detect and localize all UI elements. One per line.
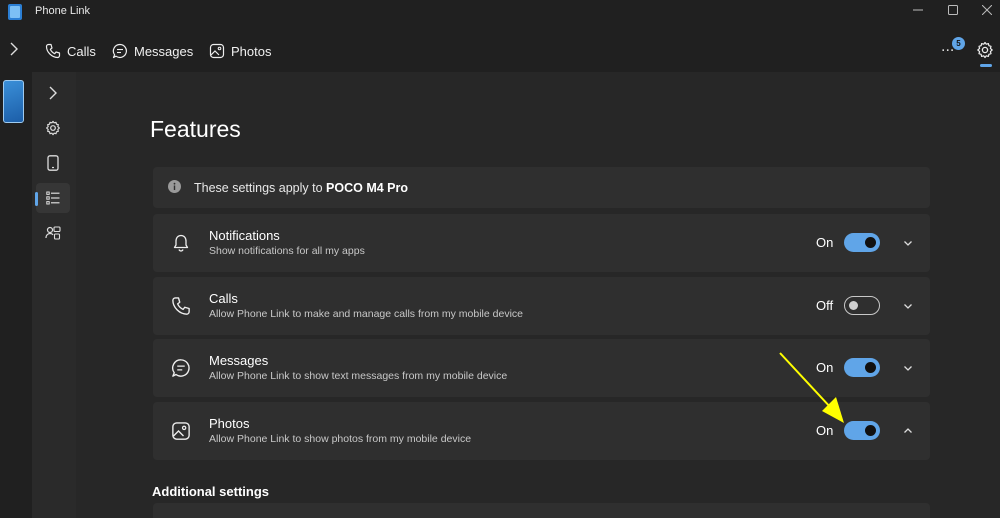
- device-thumbnail[interactable]: [3, 80, 24, 123]
- expand-devices-button[interactable]: [6, 40, 22, 58]
- device-info-banner: These settings apply to POCO M4 Pro: [153, 167, 930, 208]
- feature-card-messages[interactable]: Messages Allow Phone Link to show text m…: [153, 339, 930, 397]
- bell-icon: [171, 233, 191, 253]
- tab-photos[interactable]: Photos: [209, 40, 271, 62]
- minimize-icon[interactable]: [908, 2, 928, 18]
- settings-icon: [45, 120, 61, 136]
- photo-icon: [171, 421, 191, 441]
- personalization-icon: [45, 225, 61, 241]
- sidebar-collapse-button[interactable]: [36, 78, 70, 108]
- sidebar-item-my-devices[interactable]: [36, 148, 70, 178]
- device-info-prefix: These settings apply to: [194, 181, 327, 195]
- feature-state-label: Off: [816, 298, 834, 313]
- feature-card-notifications[interactable]: Notifications Show notifications for all…: [153, 214, 930, 272]
- tab-messages-label: Messages: [134, 43, 194, 59]
- feature-description: Allow Phone Link to show text messages f…: [209, 370, 508, 382]
- chevron-right-icon: [49, 86, 57, 100]
- photo-icon: [209, 43, 225, 59]
- feature-title: Calls: [209, 291, 238, 306]
- chevron-up-icon[interactable]: [902, 425, 914, 437]
- feature-state-label: On: [816, 235, 834, 250]
- messages-toggle[interactable]: [844, 358, 880, 377]
- tab-messages[interactable]: Messages: [112, 40, 193, 62]
- toggle-knob: [865, 362, 876, 373]
- notifications-toggle[interactable]: [844, 233, 880, 252]
- phone-link-app-icon: [8, 4, 22, 20]
- feature-description: Allow Phone Link to make and manage call…: [209, 308, 523, 320]
- phone-device-icon: [47, 155, 59, 171]
- device-rail: [0, 72, 30, 518]
- message-icon: [171, 358, 191, 378]
- feature-state-label: On: [816, 423, 834, 438]
- page-title: Features: [150, 116, 241, 142]
- toggle-knob: [865, 425, 876, 436]
- message-icon: [112, 43, 128, 59]
- settings-gear-icon[interactable]: [976, 41, 994, 59]
- sidebar-item-personalization[interactable]: [36, 218, 70, 248]
- feature-title: Notifications: [209, 228, 280, 243]
- feature-title: Photos: [209, 416, 250, 431]
- feature-state-label: On: [816, 360, 834, 375]
- sidebar-item-features[interactable]: [36, 183, 70, 213]
- feature-title: Messages: [209, 353, 269, 368]
- features-list-icon: [46, 191, 60, 205]
- phone-icon: [45, 43, 61, 59]
- close-icon[interactable]: [977, 2, 997, 18]
- device-name: POCO M4 Pro: [326, 181, 408, 195]
- additional-settings-card[interactable]: [153, 503, 930, 518]
- chevron-down-icon[interactable]: [902, 300, 914, 312]
- settings-active-indicator: [980, 64, 992, 67]
- notification-count-badge: 5: [952, 37, 965, 50]
- tab-calls[interactable]: Calls: [45, 40, 96, 62]
- chevron-down-icon[interactable]: [902, 362, 914, 374]
- chevron-down-icon[interactable]: [902, 237, 914, 249]
- sidebar-active-indicator: [35, 192, 38, 206]
- feature-card-calls[interactable]: Calls Allow Phone Link to make and manag…: [153, 277, 930, 335]
- feature-description: Show notifications for all my apps: [209, 245, 365, 257]
- feature-description: Allow Phone Link to show photos from my …: [209, 433, 472, 445]
- top-navigation: Calls Messages Photos ... 5: [0, 30, 1000, 70]
- feature-card-photos[interactable]: Photos Allow Phone Link to show photos f…: [153, 402, 930, 460]
- calls-toggle[interactable]: [844, 296, 880, 315]
- sidebar-item-general[interactable]: [36, 113, 70, 143]
- settings-sidebar: [32, 72, 76, 518]
- maximize-icon[interactable]: [943, 2, 963, 18]
- additional-settings-heading: Additional settings: [152, 484, 269, 499]
- tab-calls-label: Calls: [67, 43, 96, 59]
- info-icon: [168, 180, 181, 193]
- device-info-text: These settings apply to POCO M4 Pro: [194, 181, 408, 195]
- toggle-knob: [865, 237, 876, 248]
- title-bar: Phone Link: [0, 0, 1000, 24]
- toggle-knob: [849, 301, 858, 310]
- window-title: Phone Link: [35, 5, 91, 17]
- photos-toggle[interactable]: [844, 421, 880, 440]
- phone-icon: [171, 296, 191, 316]
- tab-photos-label: Photos: [231, 43, 272, 59]
